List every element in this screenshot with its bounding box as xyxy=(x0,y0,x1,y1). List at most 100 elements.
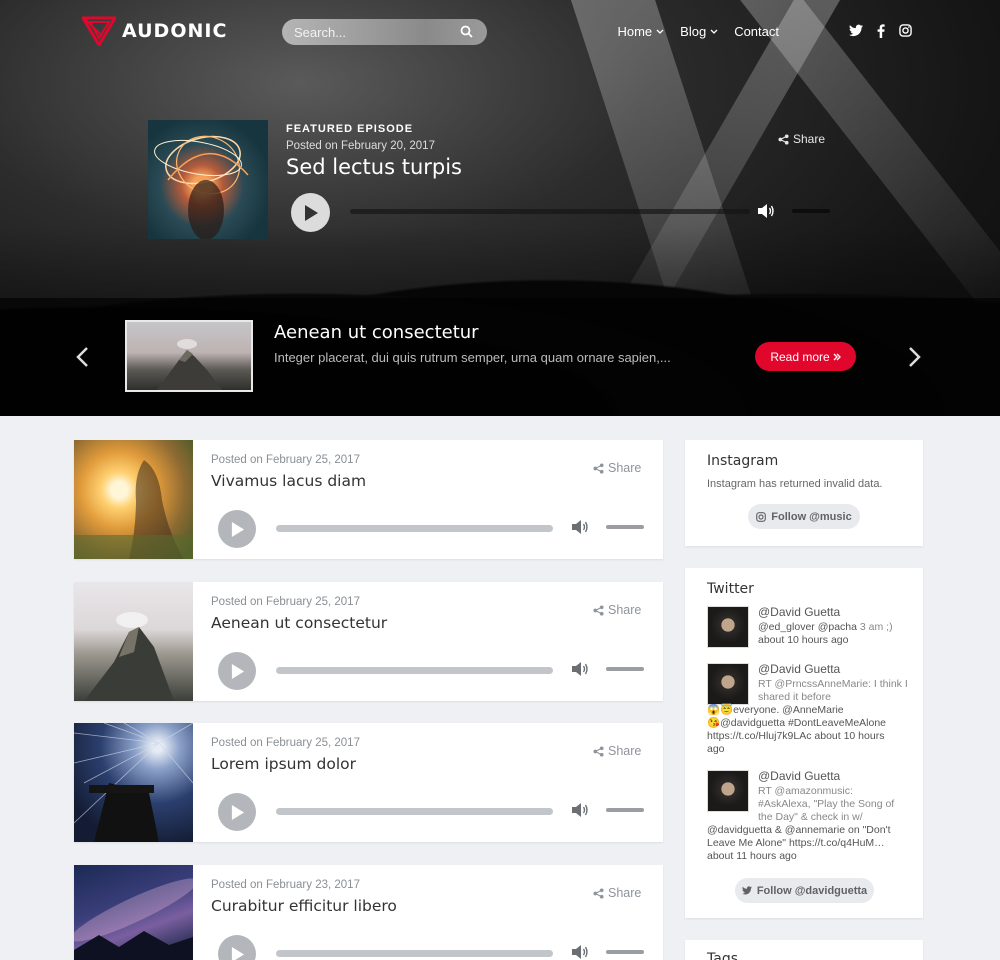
tweet-user[interactable]: @David Guetta xyxy=(758,606,840,619)
instagram-message: Instagram has returned invalid data. xyxy=(707,478,883,490)
episode-play-button[interactable] xyxy=(218,935,256,960)
episode-thumbnail[interactable] xyxy=(74,723,193,842)
facebook-icon[interactable] xyxy=(877,24,885,38)
search-input[interactable] xyxy=(294,19,454,45)
episode-volume-slider[interactable] xyxy=(606,525,644,529)
tweet-text-line[interactable]: Leave Me Alone" https://t.co/q4HuM… xyxy=(707,837,907,850)
episode-thumbnail[interactable] xyxy=(74,582,193,701)
episode-progress-bar[interactable] xyxy=(276,808,553,815)
tweet-time: about 11 hours ago xyxy=(707,850,797,862)
episode-progress-bar[interactable] xyxy=(276,950,553,957)
episode-volume-slider[interactable] xyxy=(606,950,644,954)
volume-icon[interactable] xyxy=(571,802,589,818)
featured-title[interactable]: Sed lectus turpis xyxy=(286,155,462,179)
share-icon xyxy=(593,604,604,616)
episode-progress-bar[interactable] xyxy=(276,667,553,674)
avatar[interactable] xyxy=(707,663,749,705)
episode-volume-slider[interactable] xyxy=(606,667,644,671)
share-icon xyxy=(593,745,604,757)
chevron-right-icon[interactable] xyxy=(908,346,922,368)
episode-title[interactable]: Aenean ut consectetur xyxy=(211,614,387,632)
instagram-icon[interactable] xyxy=(899,24,912,37)
top-navbar: AUDONIC Home Blog Contact xyxy=(0,0,1000,64)
episode-play-button[interactable] xyxy=(218,510,256,548)
episode-card: Posted on February 25, 2017 Aenean ut co… xyxy=(74,582,663,701)
tweet-text-line: 😱😇everyone. @AnneMarie xyxy=(707,704,844,716)
tweet-text-line: 😘@davidguetta #DontLeaveMeAlone xyxy=(707,717,887,729)
episode-slider: Aenean ut consectetur Integer placerat, … xyxy=(0,298,1000,416)
slide-excerpt: Integer placerat, dui quis rutrum semper… xyxy=(274,350,671,365)
slide-title[interactable]: Aenean ut consectetur xyxy=(274,322,479,343)
tweet-time: about 10 hours ago xyxy=(758,634,849,646)
widget-title: Twitter xyxy=(707,581,754,597)
volume-icon[interactable] xyxy=(757,203,775,219)
tweet-mentions[interactable]: @ed_glover @pacha xyxy=(758,621,857,633)
episode-share-button[interactable]: Share xyxy=(593,744,641,758)
logo[interactable]: AUDONIC xyxy=(82,16,227,46)
tweet-user[interactable]: @David Guetta xyxy=(758,663,840,676)
follow-label: Follow @music xyxy=(771,510,852,523)
tweet: @David Guetta RT @PrncssAnneMarie: I thi… xyxy=(707,663,908,758)
volume-icon[interactable] xyxy=(571,661,589,677)
tweet-text: RT @PrncssAnneMarie: I think I shared it… xyxy=(758,678,908,703)
tweet-text-line[interactable]: https://t.co/Hluj7k9LAc about 10 hours xyxy=(707,730,907,743)
tweet: @David Guetta @ed_glover @pacha 3 am ;) … xyxy=(707,606,907,656)
featured-label: FEATURED EPISODE xyxy=(286,123,414,135)
nav-item-blog[interactable]: Blog xyxy=(680,24,718,39)
slide-thumbnail[interactable] xyxy=(125,320,253,392)
episode-play-button[interactable] xyxy=(218,652,256,690)
share-icon xyxy=(778,133,789,145)
widget-title: Tags xyxy=(707,951,738,960)
episode-date: Posted on February 25, 2017 xyxy=(211,596,360,608)
twitter-icon[interactable] xyxy=(849,24,863,37)
instagram-icon xyxy=(756,511,767,522)
share-label: Share xyxy=(608,886,642,900)
nav-item-label: Home xyxy=(617,24,653,39)
mountain-image xyxy=(84,612,174,701)
tweet: @David Guetta RT @amazonmusic: #AskAlexa… xyxy=(707,770,907,865)
play-icon xyxy=(231,521,244,537)
twitter-icon xyxy=(741,886,752,895)
share-label: Share xyxy=(608,603,642,617)
share-label: Share xyxy=(608,461,642,475)
episode-share-button[interactable]: Share xyxy=(593,886,641,900)
episode-volume-slider[interactable] xyxy=(606,808,644,812)
episode-share-button[interactable]: Share xyxy=(593,603,641,617)
episode-thumbnail[interactable] xyxy=(74,440,193,559)
featured-share-button[interactable]: Share xyxy=(778,132,825,146)
nav-item-contact[interactable]: Contact xyxy=(734,24,779,39)
avatar[interactable] xyxy=(707,770,749,812)
follow-instagram-button[interactable]: Follow @music xyxy=(748,504,860,529)
episode-thumbnail[interactable] xyxy=(74,865,193,960)
tweet-user[interactable]: @David Guetta xyxy=(758,770,840,783)
episode-title[interactable]: Lorem ipsum dolor xyxy=(211,755,356,773)
featured-volume-slider[interactable] xyxy=(792,209,830,213)
episode-date: Posted on February 25, 2017 xyxy=(211,737,360,749)
tweet-time: ago xyxy=(707,743,725,755)
episode-progress-bar[interactable] xyxy=(276,525,553,532)
star-trails-tower-image xyxy=(74,723,193,842)
play-icon xyxy=(304,204,318,221)
episode-share-button[interactable]: Share xyxy=(593,461,641,475)
follow-twitter-button[interactable]: Follow @davidguetta xyxy=(735,878,874,903)
featured-episode-thumbnail[interactable] xyxy=(148,120,268,239)
hero-banner: AUDONIC Home Blog Contact xyxy=(0,0,1000,416)
episode-title[interactable]: Curabitur efficitur libero xyxy=(211,897,397,915)
featured-progress-bar[interactable] xyxy=(350,209,750,214)
avatar[interactable] xyxy=(707,606,749,648)
volume-icon[interactable] xyxy=(571,519,589,535)
read-more-button[interactable]: Read more xyxy=(755,342,856,371)
search-icon[interactable] xyxy=(460,25,473,38)
search-box xyxy=(282,19,487,45)
chevron-left-icon[interactable] xyxy=(75,346,89,368)
episode-play-button[interactable] xyxy=(218,793,256,831)
logo-icon xyxy=(82,16,116,46)
episode-title[interactable]: Vivamus lacus diam xyxy=(211,472,366,490)
twitter-widget: Twitter @David Guetta @ed_glover @pacha … xyxy=(685,568,923,918)
share-label: Share xyxy=(608,744,642,758)
social-links xyxy=(849,24,912,38)
volume-icon[interactable] xyxy=(571,944,589,960)
nav-item-home[interactable]: Home xyxy=(617,24,664,39)
featured-play-button[interactable] xyxy=(291,193,330,232)
play-icon xyxy=(231,663,244,679)
